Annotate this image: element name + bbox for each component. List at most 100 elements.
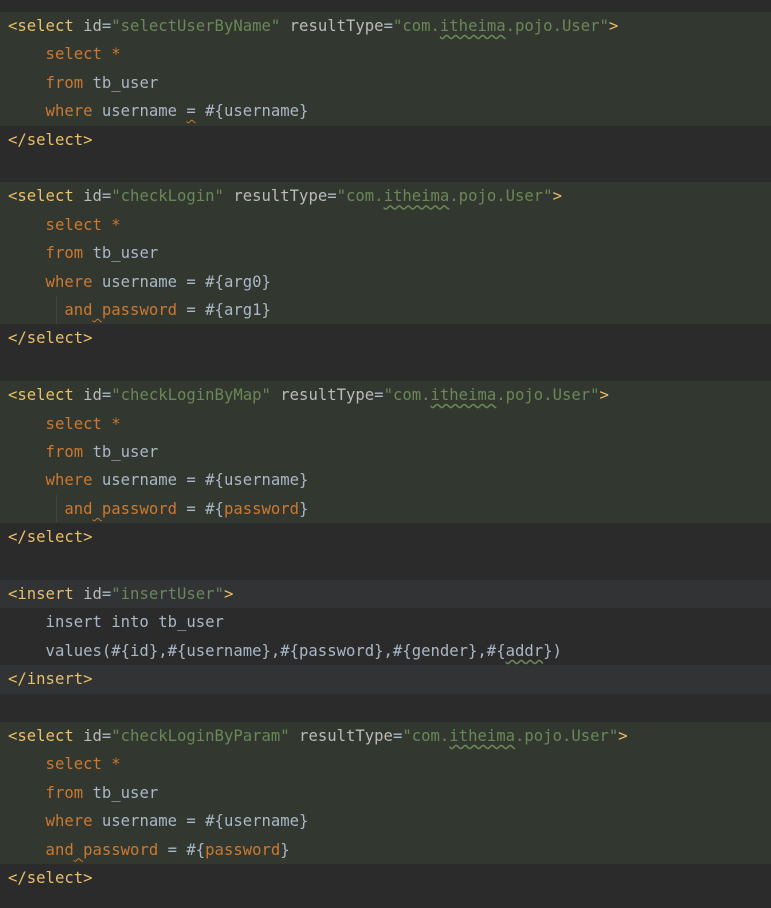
code-token: select [8, 215, 112, 234]
code-token: * [111, 414, 121, 433]
code-token: }) [543, 641, 562, 660]
code-line[interactable]: </select> [0, 523, 771, 551]
code-token: select [8, 755, 112, 774]
code-token: username = #{arg0} [101, 272, 271, 291]
code-editor[interactable]: <select id="selectUserByName" resultType… [0, 0, 771, 908]
code-token: "checkLoginByMap" [111, 386, 271, 405]
code-token: * [111, 45, 121, 64]
code-token: id [73, 17, 102, 35]
code-line[interactable]: values(#{id},#{username},#{password},#{g… [0, 637, 771, 665]
code-token: = [327, 187, 337, 206]
code-line[interactable] [0, 694, 771, 722]
code-line[interactable]: <select id="checkLoginByMap" resultType=… [0, 381, 771, 410]
code-line[interactable] [0, 353, 771, 381]
code-token: select [8, 414, 112, 433]
code-token: <insert [8, 585, 74, 603]
code-token: where [8, 272, 102, 291]
code-token: } [280, 840, 290, 859]
code-token: username [101, 102, 187, 121]
code-token: </insert> [8, 670, 93, 689]
code-token: password [101, 301, 177, 319]
code-token: tb_user [92, 443, 159, 461]
code-token: .pojo.User" [515, 727, 619, 745]
code-line[interactable]: </select> [0, 126, 771, 154]
code-line[interactable] [0, 154, 771, 182]
code-token: username = #{username} [101, 812, 309, 831]
code-token: "insertUser" [111, 585, 224, 603]
code-line[interactable]: select * [0, 750, 771, 779]
code-token: = [101, 386, 112, 405]
code-token: "com. [383, 386, 431, 405]
code-token: = #{arg1} [177, 301, 271, 319]
code-token: tb_user [92, 783, 159, 802]
code-token: where [8, 471, 102, 490]
code-token: "com. [392, 17, 440, 35]
code-token: = [101, 187, 112, 206]
code-line[interactable]: where username = #{username} [0, 97, 771, 126]
code-line[interactable]: insert into tb_user [0, 608, 771, 636]
code-token: where [8, 812, 102, 831]
code-token: <select [8, 187, 74, 206]
code-token: #{username} [195, 102, 309, 121]
code-token: > [223, 585, 234, 603]
code-token: where [8, 102, 102, 121]
code-token: and [8, 499, 93, 518]
code-line[interactable]: <select id="checkLoginByParam" resultTyp… [0, 722, 771, 751]
code-line[interactable]: and password = #{password} [0, 835, 771, 864]
code-token: <select [8, 727, 74, 745]
code-line[interactable]: select * [0, 40, 771, 69]
code-line[interactable]: <select id="checkLogin" resultType="com.… [0, 182, 771, 211]
code-token: itheima [383, 187, 450, 206]
code-token: "selectUserByName" [111, 17, 281, 35]
code-token: addr [505, 641, 544, 660]
code-token: </select> [8, 329, 93, 348]
code-token: = [374, 386, 384, 405]
code-token: </select> [8, 869, 93, 887]
code-line[interactable]: </select> [0, 864, 771, 892]
code-line[interactable]: from tb_user [0, 239, 771, 268]
code-token: > [599, 386, 609, 405]
code-token: password [223, 499, 300, 518]
code-token: = [383, 17, 393, 35]
code-token: and [8, 840, 74, 859]
indent-guide [56, 296, 57, 325]
code-token: .pojo.User" [496, 386, 600, 405]
code-token: > [618, 727, 628, 745]
code-token: from [8, 443, 93, 461]
code-token: > [608, 17, 619, 35]
code-line[interactable]: where username = #{arg0} [0, 267, 771, 296]
code-token: = [101, 17, 112, 35]
code-token: <select [8, 17, 74, 35]
code-line[interactable]: and password = #{arg1} [0, 296, 771, 325]
code-line[interactable]: </insert> [0, 665, 771, 694]
code-token: * [111, 215, 121, 234]
code-line[interactable]: from tb_user [0, 778, 771, 808]
code-line[interactable]: from tb_user [0, 68, 771, 98]
code-token: values(#{id},#{username},#{password},#{g… [8, 641, 506, 660]
code-token: select [8, 45, 112, 64]
code-line[interactable]: from tb_user [0, 438, 771, 467]
code-line[interactable]: select * [0, 210, 771, 240]
code-token: from [8, 783, 93, 802]
code-line[interactable]: <select id="selectUserByName" resultType… [0, 12, 771, 41]
code-token: "checkLoginByParam" [111, 727, 290, 745]
code-line[interactable]: where username = #{username} [0, 807, 771, 836]
code-token: resultType [223, 187, 328, 206]
code-token: = [186, 102, 196, 121]
code-token: = [101, 727, 112, 745]
code-line[interactable]: and password = #{password} [0, 494, 771, 524]
code-line[interactable] [0, 552, 771, 580]
code-token: </select> [8, 528, 93, 547]
code-token: id [73, 386, 102, 405]
code-token: } [299, 499, 309, 518]
code-token: id [73, 727, 102, 745]
code-token: "com. [336, 187, 384, 206]
code-line[interactable]: where username = #{username} [0, 466, 771, 495]
code-line[interactable]: select * [0, 409, 771, 438]
code-token: insert into tb_user [8, 613, 224, 632]
code-line[interactable]: </select> [0, 324, 771, 352]
code-token: "com. [402, 727, 450, 745]
code-line[interactable]: <insert id="insertUser"> [0, 580, 771, 609]
